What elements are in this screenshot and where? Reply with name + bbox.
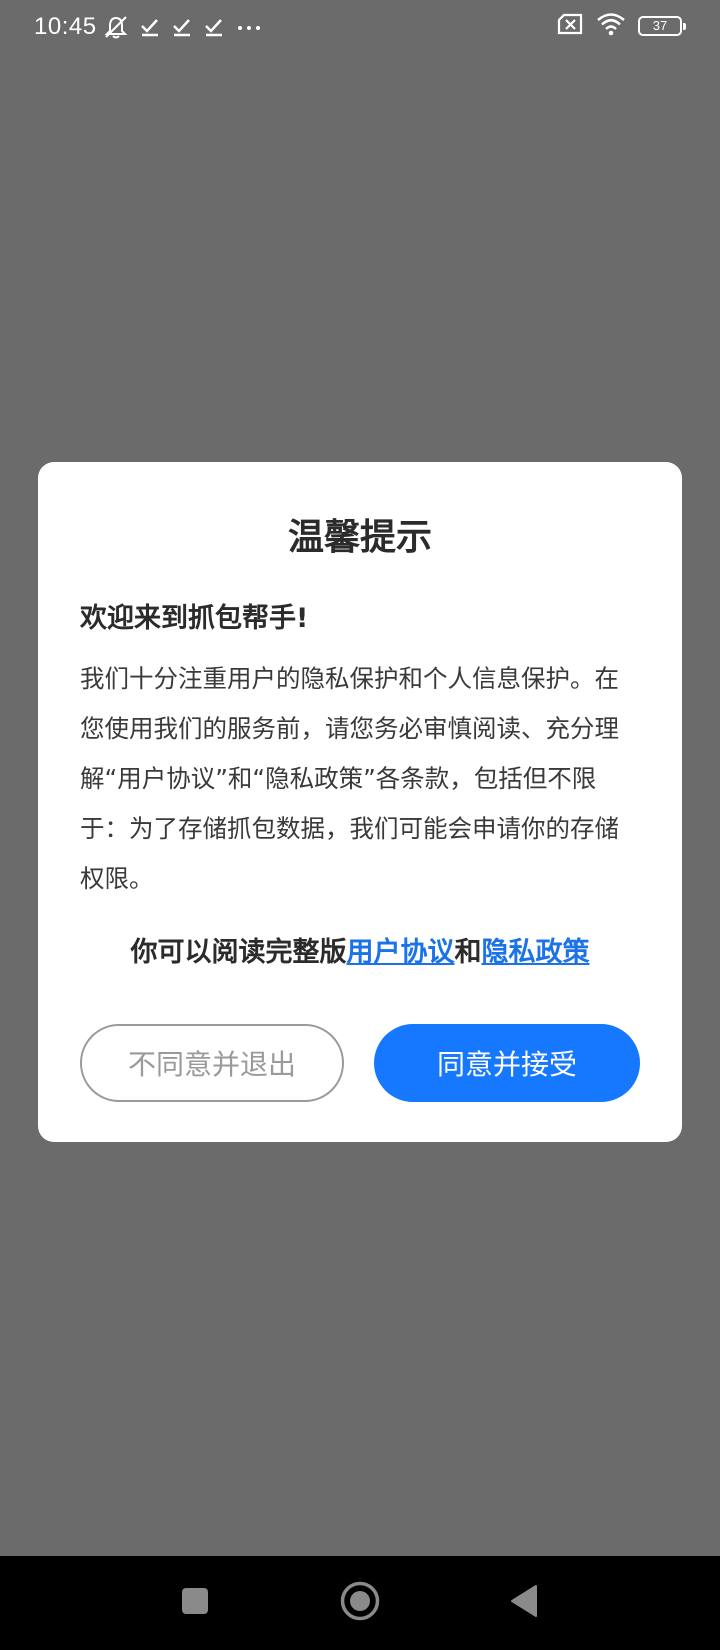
download-done-icon <box>139 16 161 38</box>
back-button[interactable] <box>484 1556 564 1650</box>
status-time: 10:45 <box>34 13 97 40</box>
navigation-bar <box>0 1556 720 1650</box>
dialog-title: 温馨提示 <box>287 517 432 558</box>
home-button[interactable] <box>320 1556 400 1650</box>
back-triangle-icon <box>508 1583 540 1623</box>
more-dots-icon <box>235 16 263 38</box>
welcome-heading: 欢迎来到抓包帮手! <box>80 603 309 634</box>
status-right-icons: 37 <box>556 12 686 40</box>
dialog-body-text: 我们十分注重用户的隐私保护和个人信息保护。在您使用我们的服务前，请您务必审慎阅读… <box>80 664 619 893</box>
bell-off-icon <box>103 14 129 40</box>
recents-square-icon <box>180 1586 210 1620</box>
privacy-policy-link[interactable]: 隐私政策 <box>482 937 590 968</box>
status-left-icons <box>103 14 263 40</box>
battery-icon: 37 <box>638 16 686 36</box>
agree-accept-button[interactable]: 同意并接受 <box>374 1024 640 1102</box>
status-bar: 10:45 37 <box>0 0 720 54</box>
disagree-exit-button[interactable]: 不同意并退出 <box>80 1024 344 1102</box>
recents-button[interactable] <box>155 1556 235 1650</box>
user-agreement-link[interactable]: 用户协议 <box>347 937 455 968</box>
links-prefix: 你可以阅读完整版 <box>130 937 347 968</box>
download-done-icon <box>171 16 193 38</box>
agreement-links-line: 你可以阅读完整版用户协议和隐私政策 <box>38 930 682 969</box>
wifi-icon <box>596 12 626 40</box>
download-done-icon <box>203 16 225 38</box>
sim-off-icon <box>556 13 584 39</box>
home-circle-icon <box>339 1580 381 1626</box>
privacy-dialog: 温馨提示 欢迎来到抓包帮手! 我们十分注重用户的隐私保护和个人信息保护。在您使用… <box>38 462 682 1142</box>
links-middle: 和 <box>454 937 482 968</box>
